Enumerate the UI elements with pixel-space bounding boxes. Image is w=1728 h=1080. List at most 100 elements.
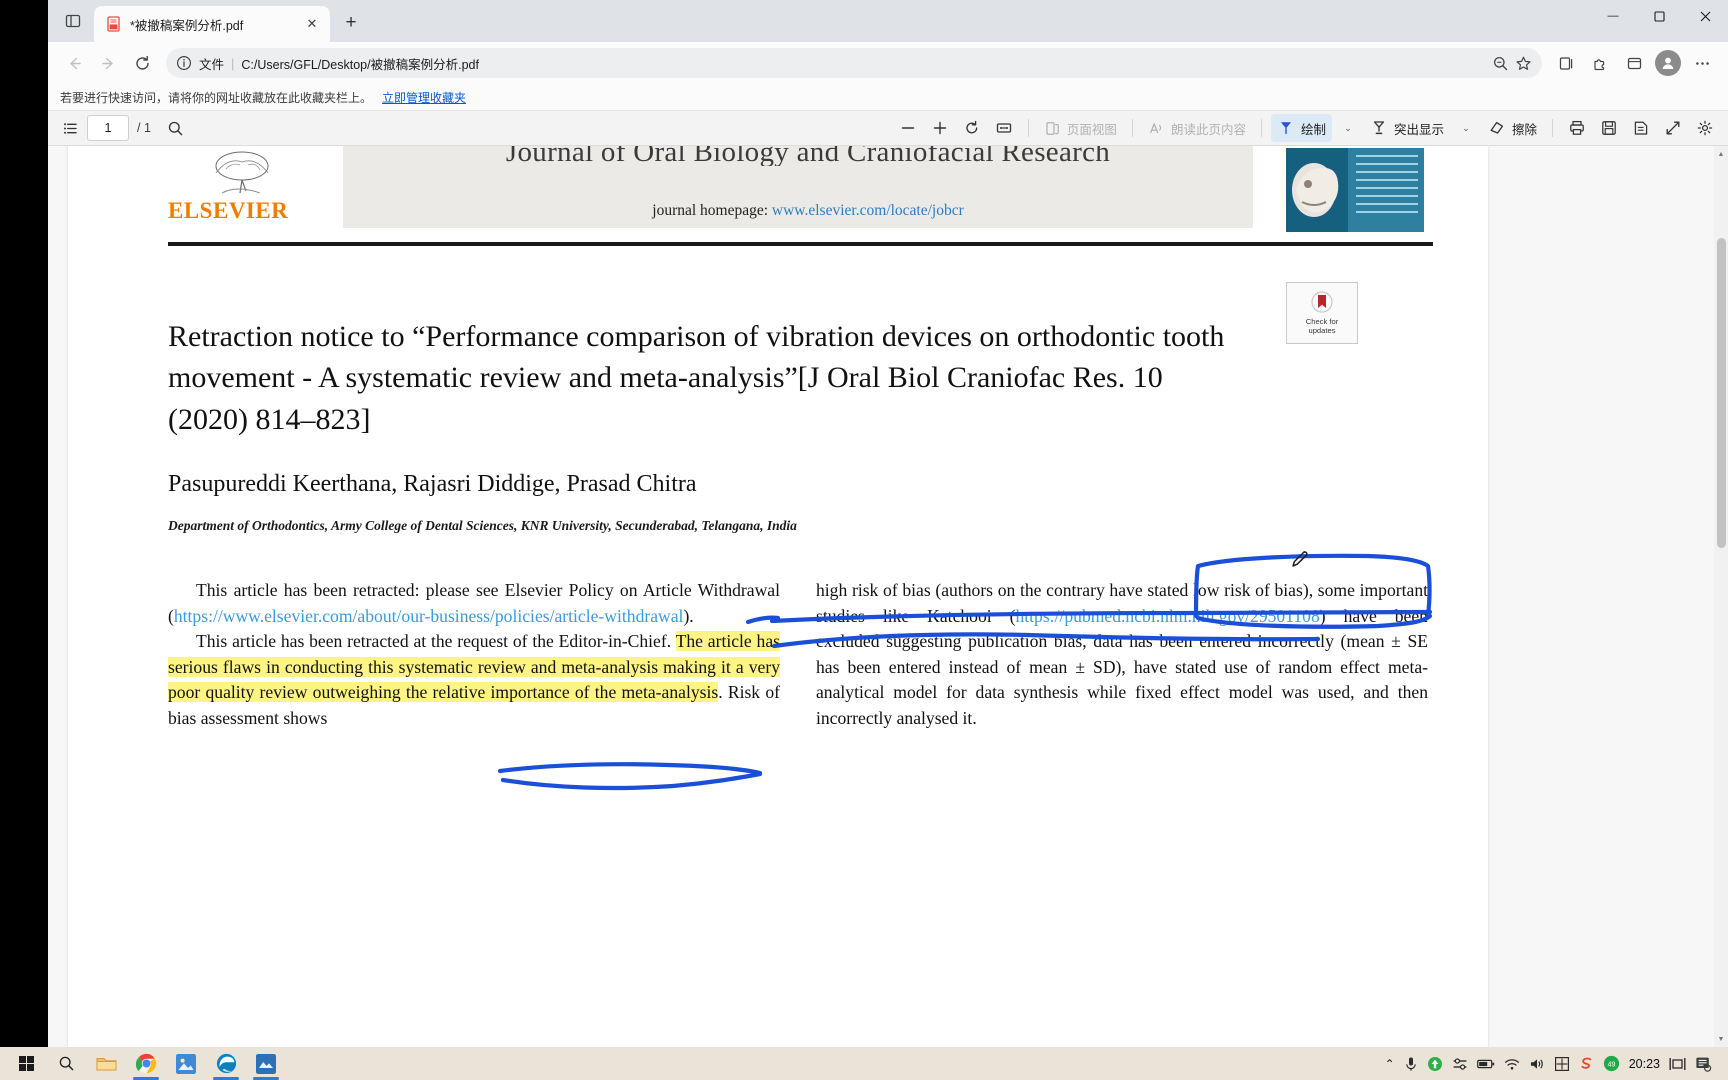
crossmark-shield-icon bbox=[1311, 290, 1333, 313]
settings-sliders-icon[interactable] bbox=[1452, 1056, 1468, 1072]
print-icon bbox=[1570, 120, 1584, 135]
address-url-text: C:/Users/GFL/Desktop/被撤稿案例分析.pdf bbox=[241, 57, 479, 72]
app-button[interactable] bbox=[246, 1047, 286, 1080]
erase-label: 擦除 bbox=[1511, 122, 1537, 137]
search-icon bbox=[168, 121, 183, 135]
tray-expand-chevron[interactable]: ⌃ bbox=[1385, 1057, 1395, 1071]
zoom-icon[interactable] bbox=[1492, 55, 1509, 72]
settings-and-more-button[interactable] bbox=[1686, 47, 1718, 79]
browser-tab[interactable]: *被撤稿案例分析.pdf ✕ bbox=[94, 6, 330, 42]
screen: *被撤稿案例分析.pdf ✕ + — 文件 | C:/Users/GFL/Des… bbox=[0, 0, 1728, 1080]
zoom-in-button[interactable] bbox=[925, 114, 955, 142]
fullscreen-button[interactable] bbox=[1658, 114, 1688, 142]
close-window-button[interactable] bbox=[1682, 0, 1728, 32]
zoom-out-button[interactable] bbox=[893, 114, 923, 142]
page-total-label: / 1 bbox=[137, 121, 151, 135]
left-p2-lead: This article has been retracted at the r… bbox=[196, 631, 672, 652]
draw-button[interactable]: 绘制 bbox=[1270, 114, 1332, 142]
sogou-icon[interactable] bbox=[1579, 1056, 1594, 1072]
article-affiliation: Department of Orthodontics, Army College… bbox=[168, 518, 797, 533]
pubmed-link[interactable]: https://pubmed.ncbi.nlm.nih.gov/29501108 bbox=[1015, 606, 1319, 626]
star-icon[interactable] bbox=[1515, 55, 1532, 72]
elsevier-wordmark: ELSEVIER bbox=[168, 198, 289, 223]
forward-button[interactable] bbox=[92, 47, 124, 79]
toolbar-divider-1 bbox=[1027, 119, 1029, 137]
scroll-down-arrow[interactable]: ▼ bbox=[1714, 1031, 1728, 1047]
tab-actions-button[interactable] bbox=[56, 4, 90, 38]
photos-button[interactable] bbox=[166, 1047, 206, 1080]
start-button[interactable] bbox=[6, 1047, 46, 1080]
eraser-icon bbox=[1490, 121, 1504, 134]
window-controls: — bbox=[1590, 0, 1728, 42]
taskbar-clock[interactable]: 20:23 bbox=[1629, 1057, 1660, 1071]
pdf-search-button[interactable] bbox=[161, 114, 190, 142]
volume-icon[interactable] bbox=[1529, 1057, 1545, 1071]
taskview-icon[interactable] bbox=[1669, 1057, 1686, 1071]
left-paragraph-1: This article has been retracted: please … bbox=[168, 578, 780, 629]
print-button[interactable] bbox=[1562, 114, 1592, 142]
pdf-settings-button[interactable] bbox=[1690, 114, 1720, 142]
save-icon bbox=[1602, 121, 1616, 135]
notifications-icon[interactable] bbox=[1695, 1056, 1712, 1072]
body-right-column: high risk of bias (authors on the contra… bbox=[816, 578, 1428, 732]
scrollbar-thumb[interactable] bbox=[1717, 238, 1726, 548]
address-bar[interactable]: 文件 | C:/Users/GFL/Desktop/被撤稿案例分析.pdf bbox=[166, 48, 1542, 78]
tab-close-button[interactable]: ✕ bbox=[302, 14, 322, 34]
add-notes-button[interactable] bbox=[1626, 114, 1656, 142]
highlight-options-dropdown[interactable]: ⌄ bbox=[1452, 114, 1480, 142]
chrome-button[interactable] bbox=[126, 1047, 166, 1080]
fit-to-page-button[interactable] bbox=[989, 114, 1019, 142]
browser-essentials-button[interactable] bbox=[1618, 47, 1650, 79]
pdf-toolbar: 1 / 1 页面视图 朗读此页内容 绘制 ⌄ 突出显示 ⌄ 擦除 bbox=[48, 110, 1728, 146]
maximize-button[interactable] bbox=[1636, 0, 1682, 32]
update-icon[interactable] bbox=[1427, 1056, 1443, 1072]
microphone-icon[interactable] bbox=[1404, 1056, 1418, 1072]
minus-icon bbox=[901, 127, 915, 129]
fit-to-page-icon bbox=[996, 123, 1012, 133]
crossmark-line2: updates bbox=[1308, 326, 1336, 335]
save-button[interactable] bbox=[1594, 114, 1624, 142]
reload-button[interactable] bbox=[126, 47, 158, 79]
journal-homepage-line: journal homepage: www.elsevier.com/locat… bbox=[368, 202, 1248, 220]
manage-favorites-link[interactable]: 立即管理收藏夹 bbox=[382, 89, 466, 106]
wifi-icon[interactable] bbox=[1504, 1057, 1520, 1071]
back-button[interactable] bbox=[58, 47, 90, 79]
file-explorer-button[interactable] bbox=[86, 1047, 126, 1080]
ime-icon[interactable] bbox=[1554, 1056, 1570, 1072]
elsevier-tree-emblem bbox=[173, 148, 311, 198]
page-number-input[interactable]: 1 bbox=[87, 115, 129, 141]
taskbar-search-icon bbox=[59, 1056, 73, 1071]
erase-button[interactable]: 擦除 bbox=[1482, 114, 1543, 142]
journal-cover-image bbox=[1286, 148, 1424, 232]
new-tab-button[interactable]: + bbox=[336, 8, 366, 38]
page-view-button[interactable]: 页面视图 bbox=[1038, 114, 1123, 142]
minimize-button[interactable]: — bbox=[1590, 0, 1636, 32]
extensions-icon bbox=[1593, 58, 1604, 70]
pdf-viewer[interactable]: Journal of Oral Biology and Craniofacial… bbox=[48, 146, 1728, 1047]
viewer-scrollbar[interactable]: ▲ ▼ bbox=[1714, 146, 1728, 1047]
table-of-contents-button[interactable] bbox=[56, 114, 85, 142]
netspeed-icon[interactable]: 49 bbox=[1603, 1055, 1620, 1072]
scroll-up-arrow[interactable]: ▲ bbox=[1714, 146, 1728, 162]
rotate-button[interactable] bbox=[957, 114, 987, 142]
chevron-down-icon: ⌄ bbox=[1344, 122, 1352, 133]
pdf-settings-icon bbox=[1697, 120, 1713, 136]
read-aloud-button[interactable]: 朗读此页内容 bbox=[1142, 114, 1252, 142]
header-rule bbox=[168, 242, 1433, 246]
taskbar-search-button[interactable] bbox=[46, 1047, 86, 1080]
svg-text:49: 49 bbox=[1607, 1062, 1615, 1069]
edge-button[interactable] bbox=[206, 1047, 246, 1080]
back-arrow-icon bbox=[69, 57, 81, 69]
left-p1-tail: ). bbox=[683, 605, 694, 626]
photos-icon bbox=[176, 1053, 196, 1074]
file-explorer-icon bbox=[96, 1058, 116, 1071]
highlight-button[interactable]: 突出显示 bbox=[1364, 114, 1450, 142]
journal-homepage-link[interactable]: www.elsevier.com/locate/jobcr bbox=[772, 202, 964, 219]
battery-icon[interactable] bbox=[1476, 1058, 1495, 1070]
extensions-button[interactable] bbox=[1584, 47, 1616, 79]
withdrawal-policy-link[interactable]: https://www.elsevier.com/about/our-busin… bbox=[174, 606, 684, 626]
collections-button[interactable] bbox=[1550, 47, 1582, 79]
crossmark-badge[interactable]: Check for updates bbox=[1286, 282, 1358, 344]
draw-options-dropdown[interactable]: ⌄ bbox=[1334, 114, 1362, 142]
profile-avatar[interactable] bbox=[1655, 50, 1681, 76]
